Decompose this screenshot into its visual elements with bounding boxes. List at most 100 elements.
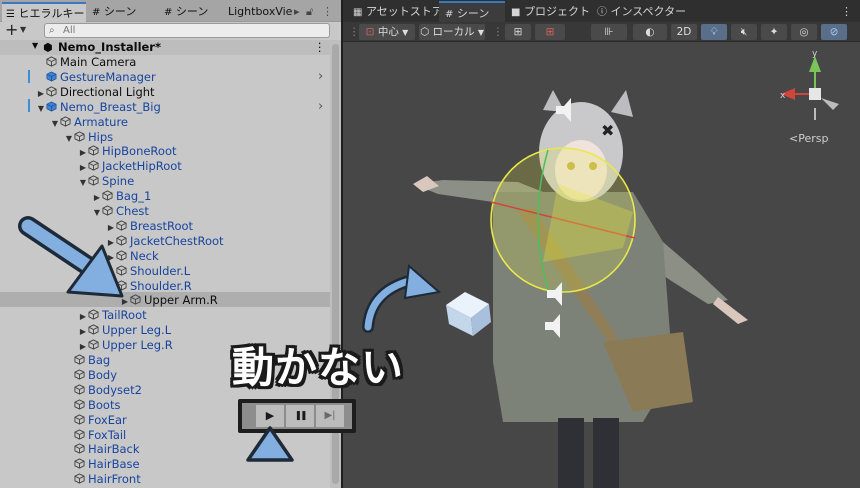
hierarchy-item[interactable]: FoxTail bbox=[64, 428, 126, 443]
tab-asset-store[interactable]: ▦ アセットストア bbox=[347, 1, 443, 22]
hierarchy-item[interactable]: ▶ JacketHipRoot bbox=[78, 159, 182, 174]
expand-down-arrow-icon[interactable]: ▼ bbox=[50, 116, 60, 131]
expand-right-arrow-icon[interactable]: ▶ bbox=[78, 160, 88, 175]
hierarchy-item-label: Hips bbox=[88, 129, 114, 144]
scene-menu-icon[interactable]: ⋮ bbox=[314, 40, 326, 55]
cube-icon: ⬡ bbox=[419, 26, 430, 38]
expand-down-arrow-icon[interactable]: ▼ bbox=[36, 101, 46, 116]
expand-right-arrow-icon[interactable]: ▶ bbox=[92, 190, 102, 205]
expand-down-arrow-icon[interactable]: ▼ bbox=[78, 175, 88, 190]
step-button[interactable]: ▶| bbox=[316, 405, 344, 427]
gizmo-z-cone[interactable] bbox=[821, 98, 839, 110]
grid-snap-dropdown[interactable]: ⊞ bbox=[535, 24, 565, 40]
hierarchy-item[interactable]: Main Camera bbox=[36, 55, 136, 70]
hidden-objects-toggle[interactable]: ◎ bbox=[791, 24, 817, 40]
bag-icon: ▦ bbox=[353, 7, 363, 18]
tab-scene-1[interactable]: # シーン bbox=[92, 2, 162, 22]
gameobject-cube-icon bbox=[46, 86, 57, 97]
hierarchy-item-label: HairBase bbox=[88, 457, 140, 472]
hierarchy-item-label: JacketHipRoot bbox=[102, 159, 182, 174]
orientation-gizmo[interactable]: x y bbox=[780, 49, 839, 120]
hierarchy-item-label: HairFront bbox=[88, 472, 141, 487]
hierarchy-item[interactable]: ▼ Armature bbox=[50, 115, 128, 130]
toggle-2d-button[interactable]: 2D bbox=[671, 24, 697, 40]
tab-lightbox[interactable]: LightboxVie bbox=[228, 2, 298, 22]
hierarchy-item[interactable]: ▶ Bag_1 bbox=[92, 189, 151, 204]
hierarchy-item[interactable]: ▶ Directional Light bbox=[36, 85, 155, 100]
hierarchy-item-label: Bag_1 bbox=[116, 189, 152, 204]
hierarchy-item[interactable]: Boots bbox=[64, 398, 120, 413]
draw-mode-dropdown[interactable]: ◐ bbox=[633, 24, 667, 40]
chevron-down-icon: ▼ bbox=[402, 28, 409, 37]
hierarchy-item[interactable]: ▼ Hips bbox=[64, 130, 113, 145]
expand-right-arrow-icon[interactable]: ▶ bbox=[36, 86, 46, 101]
effects-dropdown[interactable]: ✦ bbox=[761, 24, 787, 40]
add-button[interactable]: + bbox=[5, 20, 18, 39]
tab-scene[interactable]: # シーン bbox=[439, 1, 505, 22]
hierarchy-item-label: Directional Light bbox=[60, 84, 155, 99]
lock-icon[interactable]: 🔓︎ bbox=[306, 2, 318, 22]
shading-sphere-icon: ◐ bbox=[645, 26, 655, 38]
pivot-dropdown[interactable]: ⊡ 中心 ▼ bbox=[359, 24, 415, 40]
increment-snap-dropdown[interactable]: ⊪ bbox=[591, 24, 627, 40]
hierarchy-item[interactable]: GestureManager bbox=[36, 70, 156, 85]
hierarchy-item-label: Neck bbox=[130, 248, 159, 263]
expand-right-arrow-icon[interactable]: ▶ bbox=[78, 339, 88, 354]
arrow-shaft bbox=[21, 219, 95, 273]
tab-scroll-right-icon[interactable]: ▸ bbox=[294, 2, 306, 22]
gameobject-cube-icon bbox=[74, 413, 85, 425]
hierarchy-item[interactable]: HairBack bbox=[64, 442, 140, 457]
character-left-leg bbox=[558, 418, 584, 488]
collapse-arrow-icon[interactable]: ▼ bbox=[32, 41, 38, 50]
hierarchy-item[interactable]: ▶ HipBoneRoot bbox=[78, 144, 177, 159]
scene-render: ✖ x y bbox=[362, 49, 839, 488]
hierarchy-item[interactable]: FoxEar bbox=[64, 413, 127, 428]
hierarchy-item[interactable]: ▶ Upper Leg.L bbox=[78, 323, 171, 338]
hierarchy-item[interactable]: ▶ Upper Leg.R bbox=[78, 338, 173, 353]
hierarchy-item-label: Body bbox=[88, 367, 118, 382]
selected-hierarchy-item[interactable]: ▶ Upper Arm.R bbox=[120, 293, 218, 308]
hierarchy-item[interactable]: HairBase bbox=[64, 457, 140, 472]
gameobject-cube-icon bbox=[88, 160, 99, 171]
gameobject-cube-icon bbox=[60, 115, 71, 127]
expand-right-arrow-icon[interactable]: ▶ bbox=[78, 145, 88, 160]
gameobject-cube-icon bbox=[46, 56, 57, 67]
tab-project[interactable]: ■ プロジェクト bbox=[509, 1, 593, 22]
open-prefab-chevron-icon[interactable]: › bbox=[318, 99, 323, 114]
hierarchy-search-input[interactable]: ⌕ All bbox=[44, 23, 330, 38]
hierarchy-item[interactable]: ▼ Nemo_Breast_Big bbox=[36, 100, 161, 115]
tab-hierarchy[interactable]: ☰ ヒエラルキー bbox=[2, 2, 86, 22]
hierarchy-item[interactable]: Body bbox=[64, 368, 117, 383]
scene-viewport[interactable]: ✖ x y bbox=[343, 42, 860, 488]
search-icon: ⌕ bbox=[49, 25, 55, 36]
tab-scene-2[interactable]: # シーン bbox=[164, 2, 230, 22]
hierarchy-item[interactable]: Bag bbox=[64, 353, 110, 368]
gizmo-center[interactable] bbox=[809, 88, 821, 100]
hierarchy-item-label: Shoulder.R bbox=[130, 278, 192, 293]
scene-name: Nemo_Installer* bbox=[58, 40, 161, 54]
grid-snap-icon: ⊞ bbox=[545, 26, 555, 38]
tab-inspector[interactable]: ⓘ インスペクター bbox=[595, 1, 686, 22]
hierarchy-item[interactable]: ▶ TailRoot bbox=[78, 308, 147, 323]
expand-down-arrow-icon[interactable]: ▼ bbox=[64, 131, 74, 146]
more-options-icon[interactable]: ⋮ bbox=[322, 2, 334, 22]
expand-right-arrow-icon[interactable]: ▶ bbox=[78, 309, 88, 324]
hierarchy-item[interactable]: HairFront bbox=[64, 472, 141, 487]
lighting-toggle[interactable]: 💡︎ bbox=[701, 24, 727, 40]
projection-label[interactable]: <Persp bbox=[789, 132, 828, 145]
more-options-icon[interactable]: ⋮ bbox=[841, 1, 855, 22]
snap-toggle[interactable]: ⊞ bbox=[505, 24, 531, 40]
gameobject-cube-icon bbox=[74, 130, 85, 142]
open-prefab-chevron-icon[interactable]: › bbox=[318, 69, 323, 84]
audio-toggle[interactable]: 🔇︎ bbox=[731, 24, 757, 40]
gizmos-toggle[interactable]: ⊘ bbox=[821, 24, 847, 40]
hierarchy-item-label: Main Camera bbox=[60, 55, 137, 69]
scene-header-row[interactable]: ▼ ⬢ Nemo_Installer* ⋮ bbox=[0, 40, 330, 55]
override-marker bbox=[28, 99, 30, 112]
hierarchy-item[interactable]: ▼ Spine bbox=[78, 174, 134, 189]
hierarchy-item[interactable]: Bodyset2 bbox=[64, 383, 142, 398]
gameobject-cube-icon bbox=[74, 458, 85, 469]
add-dropdown-icon[interactable]: ▼ bbox=[20, 25, 26, 34]
expand-right-arrow-icon[interactable]: ▶ bbox=[78, 324, 88, 339]
space-dropdown[interactable]: ⬡ ローカル ▼ bbox=[419, 24, 485, 40]
